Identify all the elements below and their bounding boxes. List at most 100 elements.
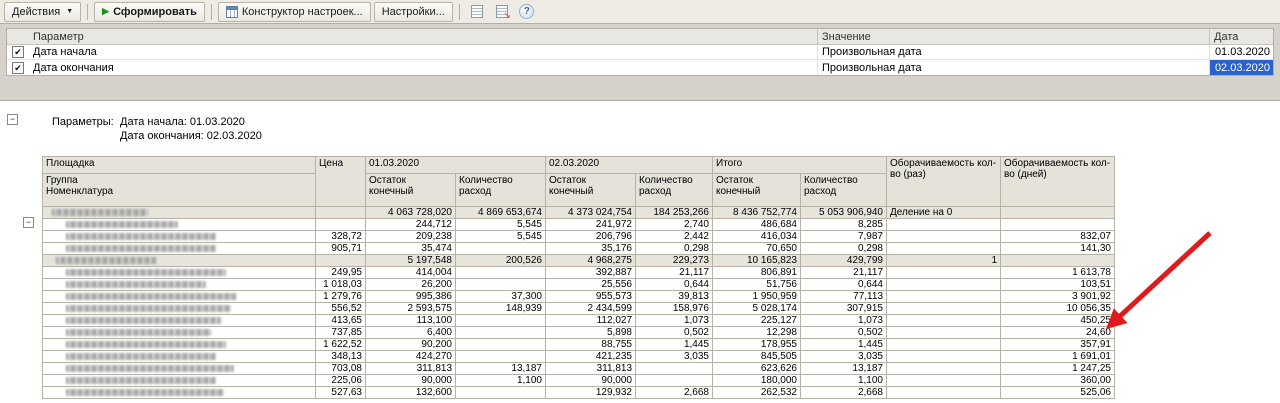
actions-button[interactable]: Действия ▼ (4, 1, 82, 22)
report-cell[interactable] (455, 314, 546, 327)
report-cell[interactable]: 1 950,959 (712, 290, 801, 303)
group-collapse-button[interactable]: − (7, 114, 18, 125)
report-cell[interactable]: 1,073 (635, 314, 713, 327)
help-button[interactable]: ? (516, 2, 538, 21)
report-cell[interactable] (635, 362, 713, 375)
report-cell[interactable]: 1 691,01 (1000, 350, 1115, 363)
parameter-date-cell[interactable]: 01.03.2020 (1209, 45, 1273, 59)
report-cell[interactable]: 0,644 (635, 278, 713, 291)
report-cell[interactable] (455, 350, 546, 363)
report-cell[interactable]: 225,06 (315, 374, 366, 387)
report-cell[interactable]: 3 901,92 (1000, 290, 1115, 303)
parameter-date-cell[interactable]: 02.03.2020 (1209, 60, 1273, 75)
report-cell[interactable]: 35,474 (365, 242, 456, 255)
report-cell[interactable]: 4 063 728,020 (365, 206, 456, 219)
report-cell[interactable]: 414,004 (365, 266, 456, 279)
report-cell[interactable]: 416,034 (712, 230, 801, 243)
nomenclature-cell[interactable] (42, 266, 316, 279)
report-cell[interactable] (315, 254, 366, 267)
parameter-value-cell[interactable]: Произвольная дата (817, 45, 1209, 59)
report-cell[interactable]: 21,117 (800, 266, 887, 279)
report-cell[interactable]: 1,100 (455, 374, 546, 387)
report-cell[interactable] (886, 350, 1001, 363)
report-cell[interactable]: 5 053 906,940 (800, 206, 887, 219)
report-cell[interactable]: 5,545 (455, 230, 546, 243)
report-cell[interactable] (1000, 206, 1115, 219)
report-cell[interactable]: 148,939 (455, 302, 546, 315)
report-cell[interactable]: 8 436 752,774 (712, 206, 801, 219)
nomenclature-cell[interactable] (42, 314, 316, 327)
report-cell[interactable]: 90,200 (365, 338, 456, 351)
report-cell[interactable]: 5,898 (545, 326, 636, 339)
nomenclature-cell[interactable] (42, 338, 316, 351)
report-cell[interactable] (886, 278, 1001, 291)
report-cell[interactable]: 1 018,03 (315, 278, 366, 291)
report-cell[interactable] (886, 326, 1001, 339)
nomenclature-cell[interactable] (42, 254, 316, 267)
nomenclature-cell[interactable] (42, 302, 316, 315)
report-cell[interactable]: 209,238 (365, 230, 456, 243)
report-cell[interactable]: 35,176 (545, 242, 636, 255)
nomenclature-cell[interactable] (42, 386, 316, 399)
report-cell[interactable]: 424,270 (365, 350, 456, 363)
report-cell[interactable]: 623,626 (712, 362, 801, 375)
group-collapse-button[interactable]: − (23, 217, 34, 228)
report-cell[interactable]: 392,887 (545, 266, 636, 279)
nomenclature-cell[interactable] (42, 278, 316, 291)
report-cell[interactable]: 225,127 (712, 314, 801, 327)
report-cell[interactable]: 421,235 (545, 350, 636, 363)
report-cell[interactable] (455, 326, 546, 339)
report-cell[interactable]: 0,502 (635, 326, 713, 339)
parameter-checkbox[interactable]: ✔ (7, 45, 29, 59)
report-cell[interactable]: 7,987 (800, 230, 887, 243)
report-cell[interactable]: 703,08 (315, 362, 366, 375)
report-cell[interactable]: 1 247,25 (1000, 362, 1115, 375)
generate-button[interactable]: ▶ Сформировать (94, 1, 205, 22)
report-cell[interactable]: 486,684 (712, 218, 801, 231)
restore-settings-icon-button[interactable]: ↘ (491, 2, 513, 21)
report-cell[interactable]: 1 279,76 (315, 290, 366, 303)
report-cell[interactable] (635, 374, 713, 387)
report-cell[interactable]: 2,740 (635, 218, 713, 231)
report-cell[interactable]: 113,100 (365, 314, 456, 327)
report-cell[interactable]: 995,386 (365, 290, 456, 303)
report-cell[interactable]: 4 869 653,674 (455, 206, 546, 219)
report-cell[interactable]: 5,545 (455, 218, 546, 231)
report-cell[interactable]: 13,187 (455, 362, 546, 375)
nomenclature-cell[interactable] (42, 242, 316, 255)
report-cell[interactable]: 1 (886, 254, 1001, 267)
report-cell[interactable] (1000, 254, 1115, 267)
report-cell[interactable]: 25,556 (545, 278, 636, 291)
nomenclature-cell[interactable] (42, 326, 316, 339)
report-cell[interactable] (455, 242, 546, 255)
report-cell[interactable]: 90,000 (365, 374, 456, 387)
report-cell[interactable]: 525,06 (1000, 386, 1115, 399)
report-cell[interactable] (886, 266, 1001, 279)
report-cell[interactable]: 450,25 (1000, 314, 1115, 327)
report-cell[interactable]: 1 622,52 (315, 338, 366, 351)
report-cell[interactable]: 413,65 (315, 314, 366, 327)
report-cell[interactable]: 103,51 (1000, 278, 1115, 291)
report-cell[interactable]: 24,60 (1000, 326, 1115, 339)
report-cell[interactable]: 180,000 (712, 374, 801, 387)
report-cell[interactable]: 1,073 (800, 314, 887, 327)
report-cell[interactable]: 1,445 (635, 338, 713, 351)
report-cell[interactable]: 184 253,266 (635, 206, 713, 219)
report-cell[interactable] (886, 386, 1001, 399)
report-cell[interactable]: 3,035 (800, 350, 887, 363)
report-cell[interactable]: 90,000 (545, 374, 636, 387)
report-cell[interactable] (886, 362, 1001, 375)
report-cell[interactable]: 806,891 (712, 266, 801, 279)
nomenclature-cell[interactable] (42, 218, 316, 231)
report-cell[interactable]: 360,00 (1000, 374, 1115, 387)
report-cell[interactable] (315, 218, 366, 231)
report-cell[interactable]: 6,400 (365, 326, 456, 339)
report-cell[interactable]: 5 197,548 (365, 254, 456, 267)
parameter-checkbox[interactable]: ✔ (7, 60, 29, 75)
report-cell[interactable]: 241,972 (545, 218, 636, 231)
report-cell[interactable]: 129,932 (545, 386, 636, 399)
parameter-row[interactable]: ✔ Дата окончания Произвольная дата 02.03.20… (7, 60, 1273, 75)
report-cell[interactable]: 328,72 (315, 230, 366, 243)
report-cell[interactable]: 527,63 (315, 386, 366, 399)
report-cell[interactable]: 229,273 (635, 254, 713, 267)
